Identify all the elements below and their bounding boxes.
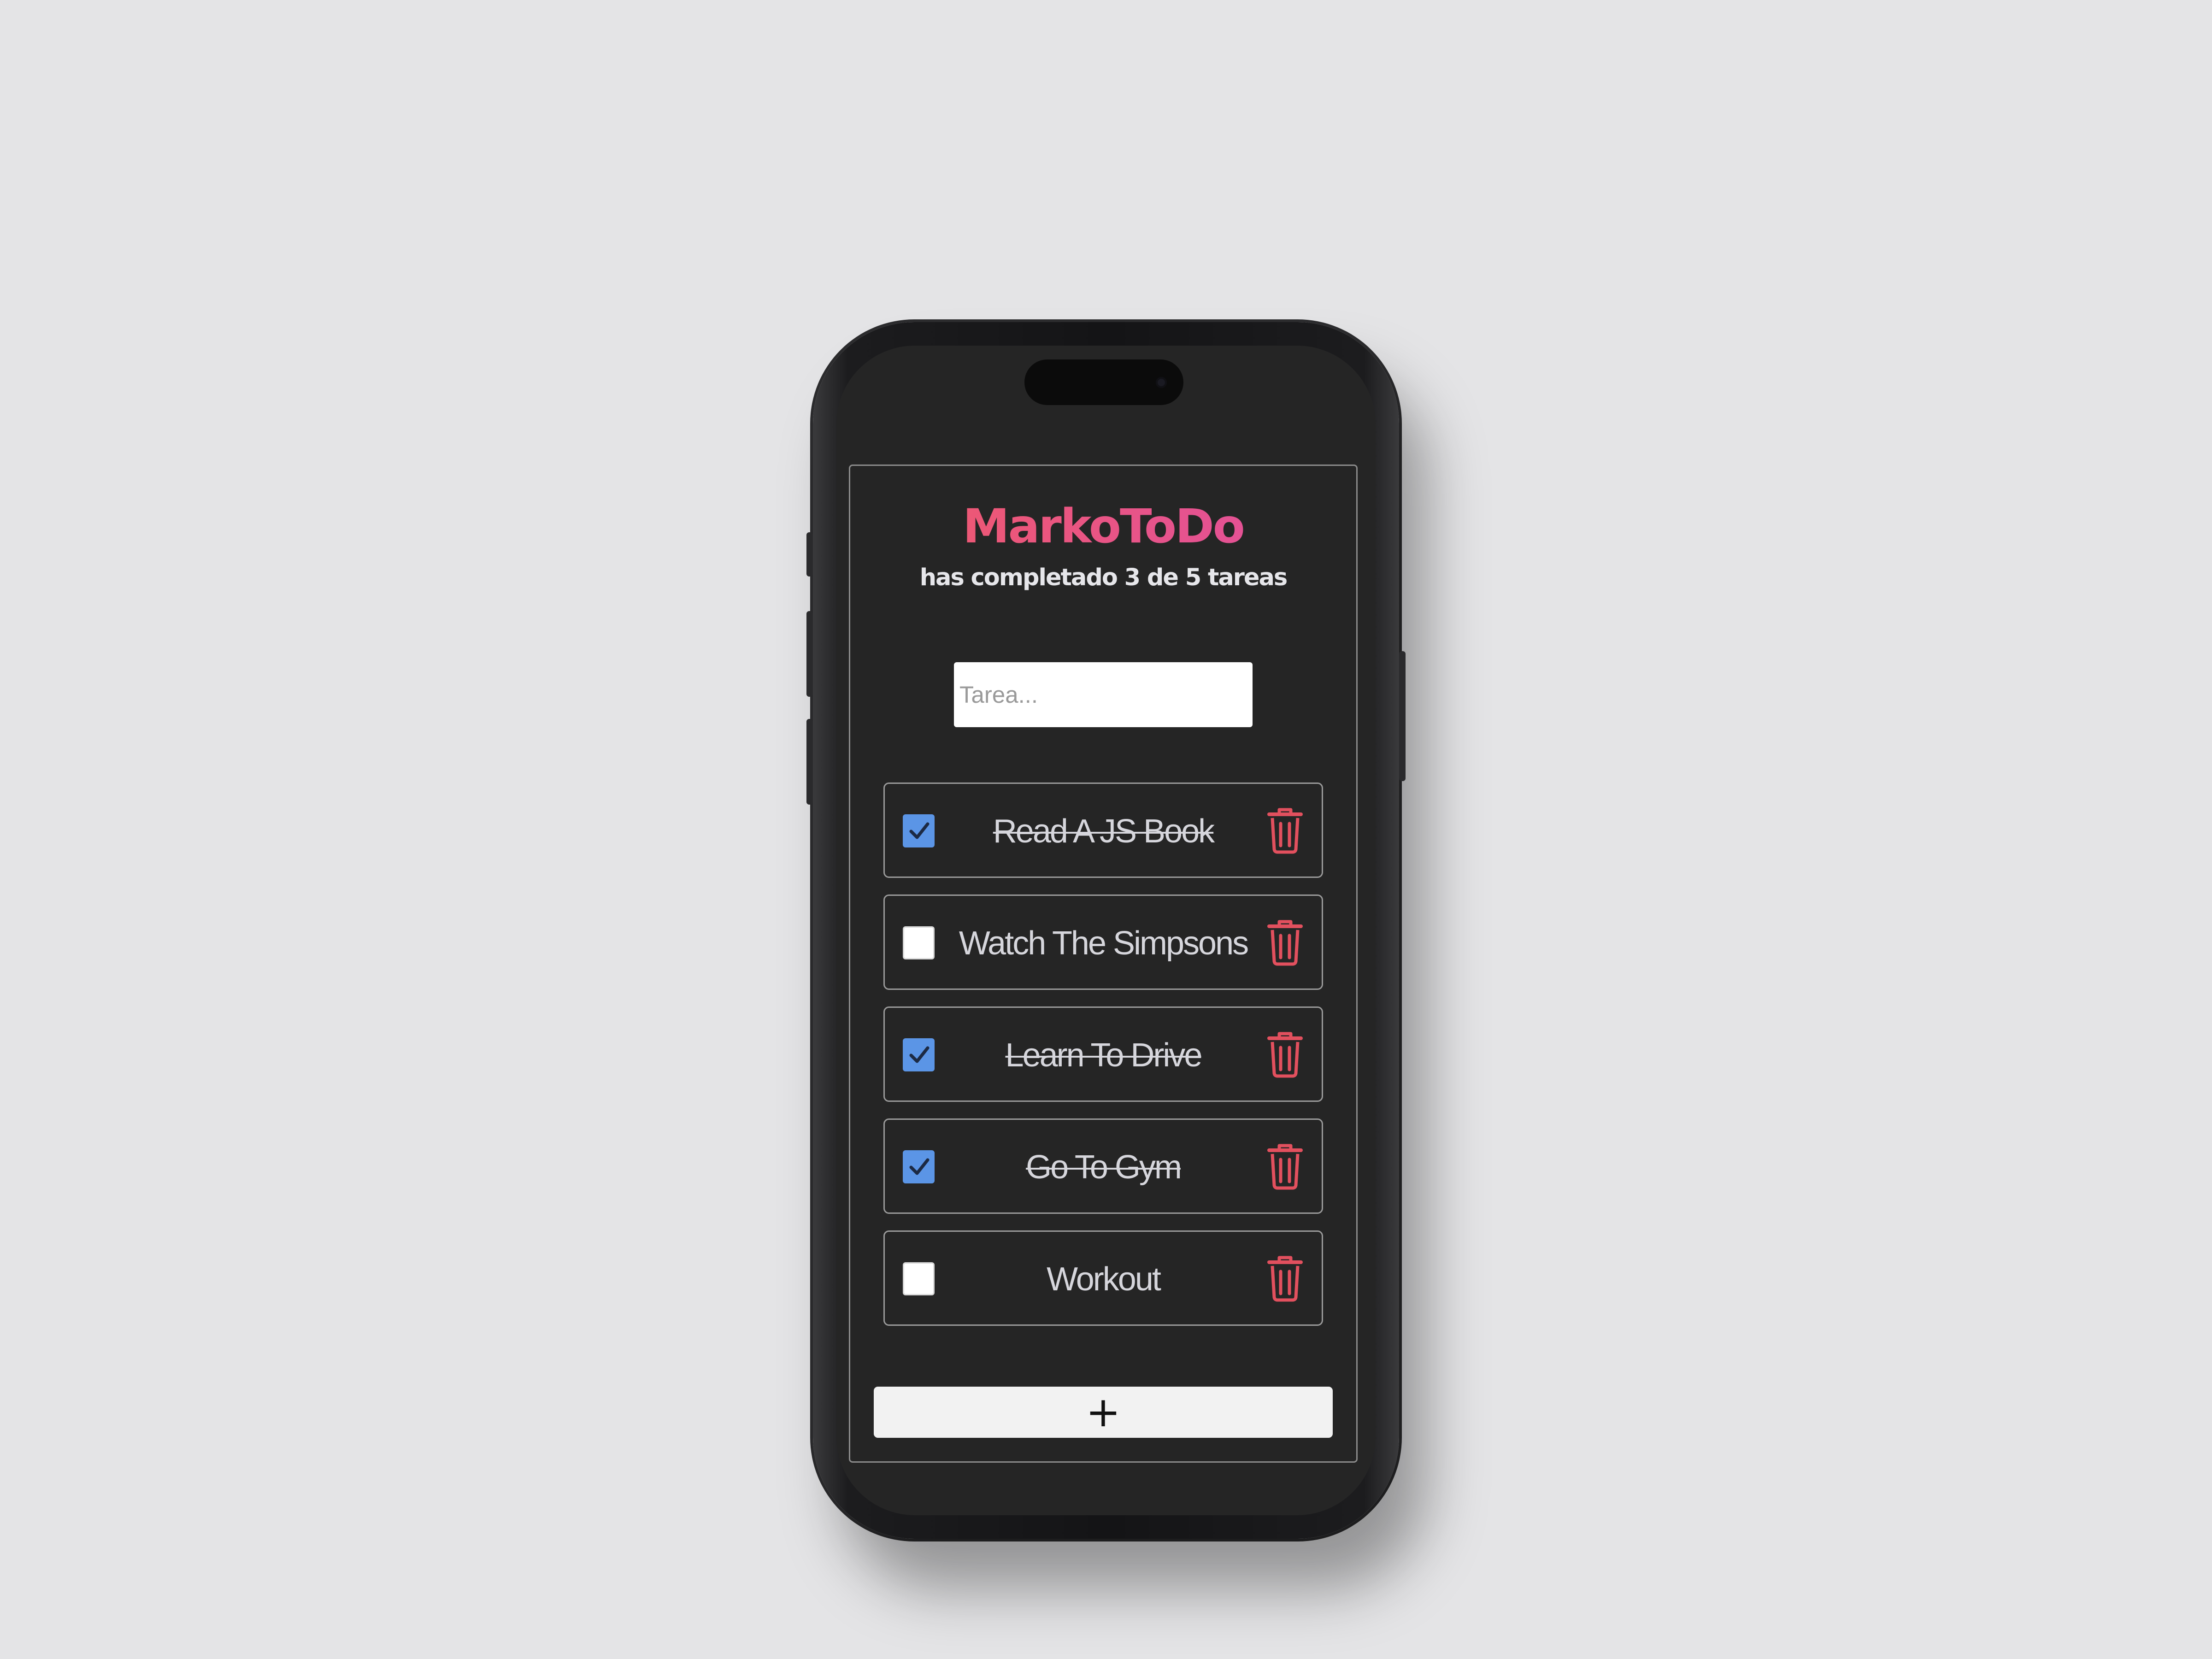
power-button — [1399, 651, 1406, 781]
todo-label: Watch The Simpsons — [959, 925, 1249, 962]
todo-label: Learn To Drive — [1005, 1037, 1203, 1074]
phone-mockup: MarkoToDo has completado 3 de 5 tareas R… — [806, 322, 1406, 1539]
trash-icon — [1267, 1144, 1303, 1190]
todo-item: Read A JS Book — [883, 782, 1323, 878]
checkmark-icon — [909, 1046, 930, 1063]
action-button — [806, 532, 813, 577]
todo-checkbox[interactable] — [903, 926, 935, 959]
volume-down-button — [806, 719, 813, 805]
trash-icon — [1267, 808, 1303, 854]
app-title: MarkoToDo — [850, 499, 1356, 554]
todo-app-container: MarkoToDo has completado 3 de 5 tareas R… — [849, 465, 1358, 1463]
dynamic-island — [1024, 359, 1183, 405]
todo-item: Learn To Drive — [883, 1006, 1323, 1102]
camera-icon — [1156, 377, 1167, 388]
add-task-button[interactable]: + — [874, 1387, 1333, 1438]
volume-up-button — [806, 611, 813, 697]
todo-item: Workout — [883, 1230, 1323, 1326]
todo-checkbox[interactable] — [903, 1150, 935, 1183]
phone-screen: MarkoToDo has completado 3 de 5 tareas R… — [836, 346, 1376, 1515]
trash-icon — [1267, 1032, 1303, 1078]
todo-item: Watch The Simpsons — [883, 894, 1323, 990]
todo-label: Go To Gym — [1026, 1149, 1182, 1186]
trash-icon — [1267, 920, 1303, 966]
delete-button[interactable] — [1266, 1254, 1304, 1302]
todo-checkbox[interactable] — [903, 814, 935, 847]
progress-summary: has completado 3 de 5 tareas — [919, 564, 1288, 591]
checkmark-icon — [909, 1158, 930, 1175]
delete-button[interactable] — [1266, 806, 1304, 854]
delete-button[interactable] — [1266, 1142, 1304, 1190]
delete-button[interactable] — [1266, 918, 1304, 966]
trash-icon — [1267, 1256, 1303, 1302]
todo-checkbox[interactable] — [903, 1038, 935, 1071]
checkmark-icon — [909, 822, 930, 839]
todo-label: Read A JS Book — [993, 813, 1215, 850]
task-input[interactable] — [954, 662, 1253, 727]
todo-checkbox[interactable] — [903, 1262, 935, 1295]
todo-label: Workout — [1047, 1261, 1161, 1298]
delete-button[interactable] — [1266, 1030, 1304, 1078]
todo-item: Go To Gym — [883, 1118, 1323, 1214]
